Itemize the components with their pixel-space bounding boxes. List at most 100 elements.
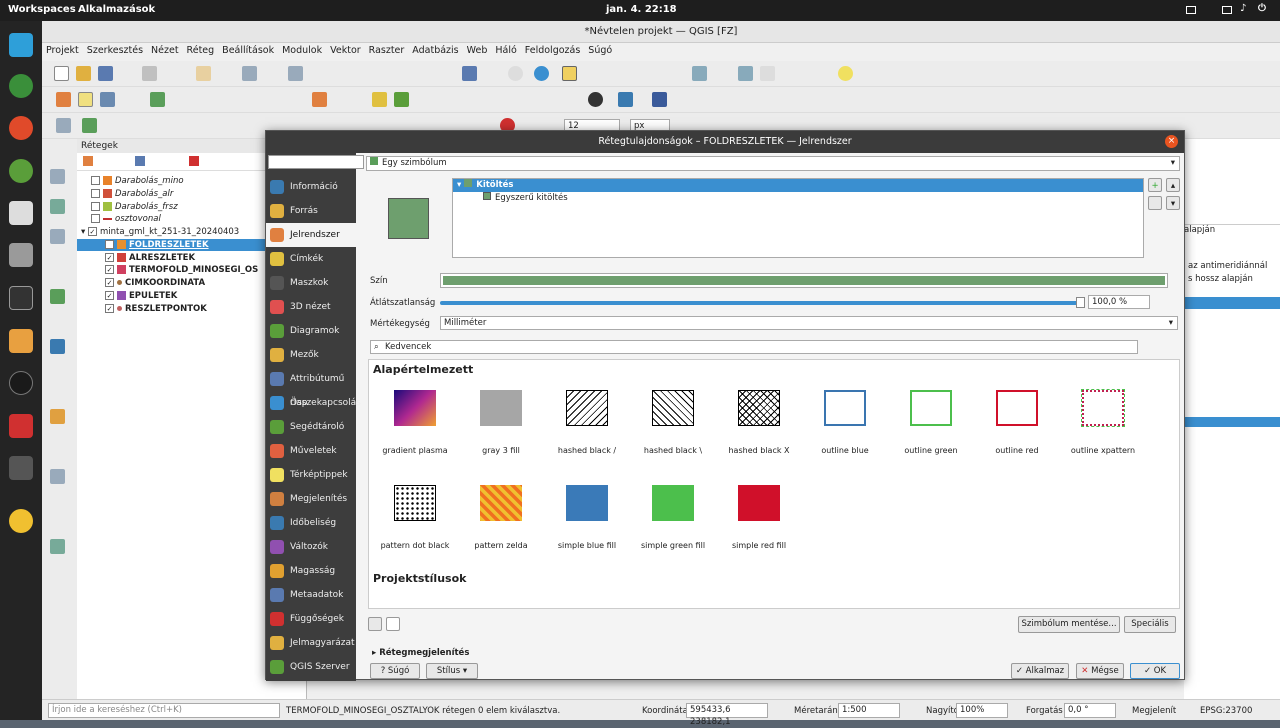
layer-item[interactable]: osztovonal — [91, 213, 161, 225]
symbol-item[interactable]: outline red — [974, 380, 1060, 470]
menu-beallitasok[interactable]: Beállítások — [218, 43, 278, 58]
layer-item[interactable]: Darabolás_alr — [91, 188, 173, 200]
nav-item[interactable]: Maszkok — [266, 271, 356, 295]
github-icon[interactable] — [9, 371, 33, 395]
window-icon[interactable] — [1222, 6, 1232, 14]
refresh-icon[interactable] — [534, 66, 549, 81]
menu-halo[interactable]: Háló — [491, 43, 520, 58]
layer-item[interactable]: ✓ RESZLETPONTOK — [105, 303, 207, 315]
tree-root-row[interactable]: ▾ Kitöltés — [453, 179, 1143, 192]
files-icon[interactable] — [9, 243, 33, 267]
layer-item[interactable]: ✓ CIMKOORDINATA — [105, 277, 205, 289]
nav-item[interactable]: Térképtippek — [266, 463, 356, 487]
plugin-icon[interactable] — [588, 92, 603, 107]
symbol-item[interactable]: hashed black \ — [630, 380, 716, 470]
nav-item[interactable]: Forrás — [266, 199, 356, 223]
globe-icon[interactable] — [50, 339, 65, 354]
layer-checkbox[interactable]: ✓ — [105, 240, 114, 249]
style-icon[interactable] — [83, 156, 93, 166]
digitize-icon[interactable] — [56, 118, 71, 133]
menu-projekt[interactable]: Projekt — [42, 43, 83, 58]
menu-modulok[interactable]: Modulok — [278, 43, 326, 58]
render-checkbox[interactable]: Megjelenít — [1132, 706, 1176, 716]
expand-icon[interactable]: ▾ — [81, 227, 88, 237]
chevron-down-icon[interactable]: ▾ — [1169, 317, 1173, 329]
tree-child-row[interactable]: Egyszerű kitöltés — [453, 192, 1143, 205]
renderer-dropdown[interactable]: Egy szimbólum ▾ — [366, 156, 1180, 171]
settings-gear-icon[interactable] — [738, 66, 753, 81]
sigma-icon[interactable] — [760, 66, 775, 81]
zoom-full-icon[interactable] — [288, 66, 303, 81]
layer-item[interactable]: Darabolás_mino — [91, 175, 184, 187]
nav-item[interactable]: Mezők — [266, 343, 356, 367]
unit-dropdown[interactable]: Milliméter ▾ — [440, 316, 1178, 330]
digitize-v-icon[interactable] — [50, 169, 65, 184]
opacity-slider-handle[interactable] — [1076, 297, 1085, 308]
tea-icon[interactable] — [9, 509, 33, 533]
select-icon[interactable] — [562, 66, 577, 81]
symbol-item[interactable]: simple blue fill — [544, 475, 630, 565]
close-icon[interactable]: × — [1165, 135, 1178, 148]
icon-view-button[interactable] — [368, 617, 382, 631]
time-icon[interactable] — [508, 66, 523, 81]
translate-icon[interactable] — [9, 456, 33, 480]
menu-nezet[interactable]: Nézet — [147, 43, 183, 58]
nav-item[interactable]: Címkék — [266, 247, 356, 271]
layer-checkbox[interactable]: ✓ — [105, 253, 114, 262]
move-down-button[interactable]: ▾ — [1166, 196, 1180, 210]
layer-checkbox[interactable]: ✓ — [105, 304, 114, 313]
right-selected-row-2[interactable] — [1184, 417, 1280, 427]
menu-vektor[interactable]: Vektor — [326, 43, 365, 58]
symbol-item[interactable]: pattern zelda — [458, 475, 544, 565]
screen-icon[interactable] — [1186, 6, 1196, 14]
node-tool-icon[interactable] — [50, 199, 65, 214]
document-icon[interactable] — [9, 201, 33, 225]
nav-item[interactable]: Műveletek — [266, 439, 356, 463]
label-icon[interactable] — [372, 92, 387, 107]
menu-sugo[interactable]: Súgó — [584, 43, 616, 58]
apps-button[interactable]: Alkalmazások — [78, 4, 155, 15]
package-icon[interactable] — [9, 329, 33, 353]
print-layout-icon[interactable] — [142, 66, 157, 81]
menu-reteg[interactable]: Réteg — [183, 43, 219, 58]
symbol-item[interactable]: simple green fill — [630, 475, 716, 565]
symbol-item[interactable]: simple red fill — [716, 475, 802, 565]
pencil-icon[interactable] — [56, 92, 71, 107]
magnifier-field[interactable]: 100% — [956, 703, 1008, 718]
nav-item[interactable]: Jelrendszer — [266, 223, 356, 247]
vertex-icon[interactable] — [82, 118, 97, 133]
qgis-launcher-icon[interactable] — [9, 74, 33, 98]
nav-item[interactable]: Összekapcsolás — [266, 391, 361, 415]
move-up-button[interactable]: ▴ — [1166, 178, 1180, 192]
layer-checkbox[interactable]: ✓ — [105, 291, 114, 300]
nav-search-input[interactable] — [268, 155, 364, 169]
python-icon[interactable] — [618, 92, 633, 107]
nav-item[interactable]: Függőségek — [266, 607, 356, 631]
split-icon[interactable] — [50, 229, 65, 244]
add-feature-icon[interactable] — [150, 92, 165, 107]
expand-icon[interactable]: ▾ — [457, 180, 464, 190]
nav-item[interactable]: Jelmagyarázat — [266, 631, 356, 655]
nav-item[interactable]: Időbeliség — [266, 511, 356, 535]
opacity-spinbox[interactable]: 100,0 % — [1088, 295, 1150, 309]
layer-item[interactable]: Darabolás_frsz — [91, 201, 178, 213]
layer-checkbox[interactable]: ✓ — [87, 227, 97, 236]
opacity-slider[interactable] — [440, 301, 1082, 305]
advanced-button[interactable]: Speciális — [1124, 616, 1176, 633]
symbol-item[interactable]: outline xpattern — [1060, 380, 1146, 470]
save-edits-icon[interactable] — [100, 92, 115, 107]
menu-raszter[interactable]: Raszter — [365, 43, 409, 58]
locator-search-input[interactable]: Írjon ide a kereséshez (Ctrl+K) — [48, 703, 280, 718]
right-selected-row[interactable] — [1184, 297, 1280, 309]
color-button[interactable] — [440, 273, 1168, 288]
layer-item[interactable]: ✓ ALRESZLETEK — [105, 252, 195, 264]
layer-checkbox[interactable]: ✓ — [105, 265, 114, 274]
save-symbol-button[interactable]: Szimbólum mentése... — [1018, 616, 1120, 633]
help-button[interactable]: ? Súgó — [370, 663, 420, 679]
remove-layer-icon[interactable] — [189, 156, 199, 166]
pan-icon[interactable] — [196, 66, 211, 81]
label-pin-icon[interactable] — [394, 92, 409, 107]
style-button[interactable]: Stílus ▾ — [426, 663, 478, 679]
layer-group[interactable]: ▾ ✓ minta_gml_kt_251-31_20240403 — [81, 226, 239, 238]
power-icon[interactable]: ⏻ — [1258, 3, 1266, 14]
